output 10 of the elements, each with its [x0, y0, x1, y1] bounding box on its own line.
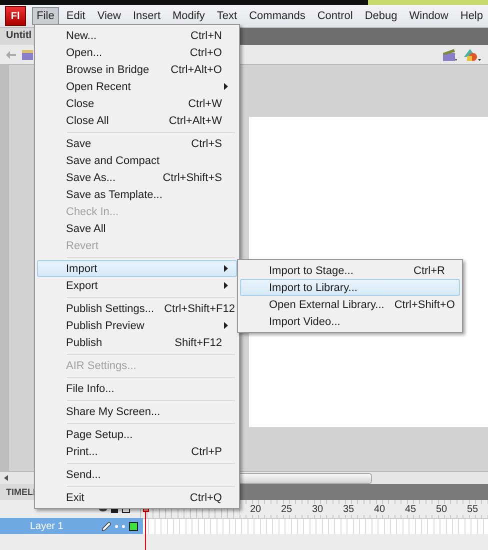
- frame-number: 55: [457, 504, 488, 514]
- frame-number: 20: [240, 504, 271, 514]
- app-logo: Fl: [5, 6, 26, 26]
- frame-number: 50: [426, 504, 457, 514]
- frame-number: 35: [333, 504, 364, 514]
- layer-name: Layer 1: [29, 520, 64, 532]
- frame-number: 40: [364, 504, 395, 514]
- frame-number: 30: [302, 504, 333, 514]
- frame-number: 25: [271, 504, 302, 514]
- frame-number: 45: [395, 504, 426, 514]
